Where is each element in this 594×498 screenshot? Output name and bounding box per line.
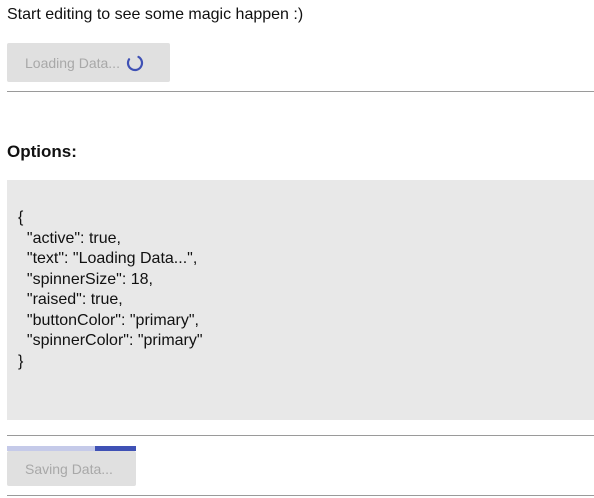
divider bbox=[7, 91, 594, 92]
loading-data-button[interactable]: Loading Data... bbox=[7, 43, 170, 82]
code-line: "spinnerColor": "primary" bbox=[18, 332, 203, 349]
code-line: } bbox=[18, 352, 24, 370]
code-line: { bbox=[18, 209, 24, 226]
loading-data-label: Loading Data... bbox=[25, 54, 120, 71]
saving-data-button[interactable]: Saving Data... bbox=[7, 451, 136, 486]
options-code-block: { "active": true, "text": "Loading Data.… bbox=[7, 180, 594, 420]
intro-text: Start editing to see some magic happen :… bbox=[7, 6, 304, 23]
code-line: "raised": true, bbox=[18, 291, 123, 308]
spinner-icon bbox=[126, 54, 144, 72]
saving-data-button-wrap: Saving Data... bbox=[7, 446, 136, 486]
divider bbox=[7, 435, 594, 436]
code-line: "text": "Loading Data...", bbox=[18, 250, 198, 267]
code-line: "spinnerSize": 18, bbox=[18, 270, 153, 288]
saving-data-label: Saving Data... bbox=[25, 460, 113, 477]
code-line: "active": true, bbox=[18, 229, 121, 247]
code-line: "buttonColor": "primary", bbox=[18, 311, 199, 329]
divider bbox=[7, 495, 594, 496]
page: Start editing to see some magic happen :… bbox=[0, 0, 594, 498]
options-heading: Options: bbox=[7, 142, 77, 161]
